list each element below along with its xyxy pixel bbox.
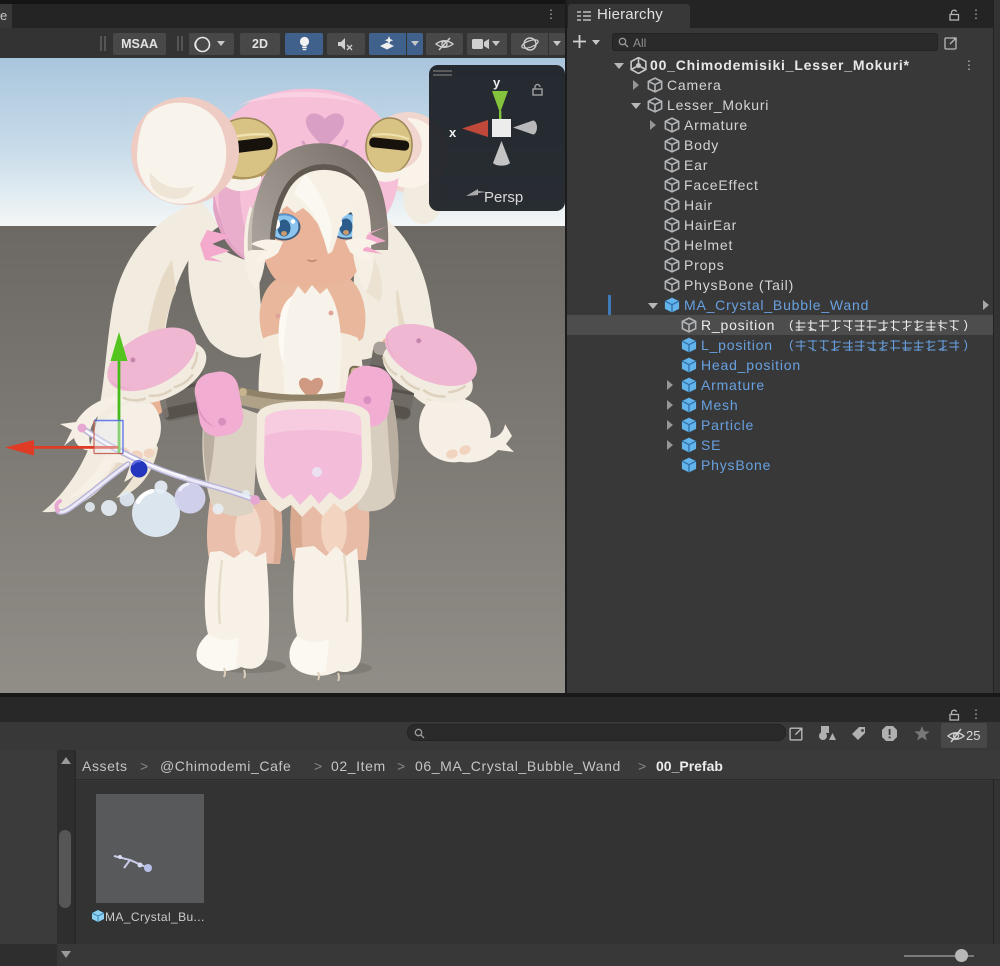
svg-text:x: x: [449, 125, 457, 140]
svg-text:y: y: [493, 75, 501, 90]
svg-text:Persp: Persp: [484, 189, 523, 206]
